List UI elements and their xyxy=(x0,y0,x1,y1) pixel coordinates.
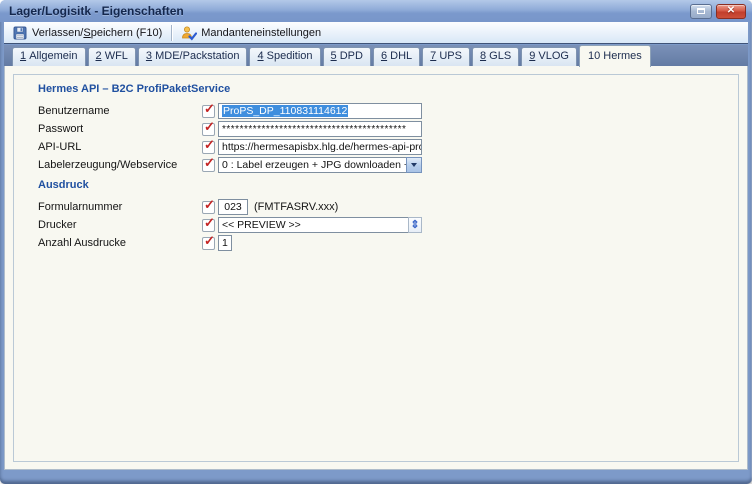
save-disk-icon xyxy=(12,25,28,41)
section-heading-ausdruck: Ausdruck xyxy=(38,179,738,191)
formularnummer-label: Formularnummer xyxy=(38,201,202,213)
red-check-icon: ✓ xyxy=(204,216,215,229)
passwort-enabled-checkbox[interactable]: ✓ xyxy=(202,123,215,136)
tab-vlog[interactable]: 9 VLOG xyxy=(521,47,577,66)
formularnummer-input[interactable]: 023 xyxy=(218,199,248,215)
row-benutzername: Benutzername ✓ ProPS_DP_110831114612 xyxy=(38,103,738,119)
api-url-label: API-URL xyxy=(38,141,202,153)
benutzername-enabled-checkbox[interactable]: ✓ xyxy=(202,105,215,118)
row-anzahl-ausdrucke: Anzahl Ausdrucke ✓ 1 xyxy=(38,235,738,251)
save-exit-label: Verlassen/Speichern (F10) xyxy=(32,27,162,39)
mandanten-settings-button[interactable]: Mandanteneinstellungen xyxy=(175,24,327,42)
passwort-input[interactable]: ****************************************… xyxy=(218,121,422,137)
close-icon: ✕ xyxy=(727,6,735,16)
row-api-url: API-URL ✓ https://hermesapisbx.hlg.de/he… xyxy=(38,139,738,155)
drucker-picker-button[interactable]: ⇕ xyxy=(408,217,422,233)
red-check-icon: ✓ xyxy=(204,102,215,115)
tab-spedition[interactable]: 4 Spedition xyxy=(249,47,320,66)
tab-page-hermes: Hermes API – B2C ProfiPaketService Benut… xyxy=(4,66,748,470)
anzahl-ausdrucke-label: Anzahl Ausdrucke xyxy=(38,237,202,249)
save-exit-button[interactable]: Verlassen/Speichern (F10) xyxy=(6,24,168,42)
labelerzeugung-dropdown[interactable]: 0 : Label erzeugen + JPG downloaden + Dr… xyxy=(218,157,422,173)
mandanten-settings-icon xyxy=(181,25,197,41)
tab-wfl[interactable]: 2 WFL xyxy=(88,47,136,66)
benutzername-input[interactable]: ProPS_DP_110831114612 xyxy=(218,103,422,119)
api-url-input[interactable]: https://hermesapisbx.hlg.de/hermes-api-p… xyxy=(218,139,422,155)
chevron-down-icon xyxy=(411,163,417,167)
dropdown-button[interactable] xyxy=(406,157,422,173)
formularnummer-enabled-checkbox[interactable]: ✓ xyxy=(202,201,215,214)
labelerzeugung-selected-value: 0 : Label erzeugen + JPG downloaden + Dr… xyxy=(218,157,406,173)
drucker-enabled-checkbox[interactable]: ✓ xyxy=(202,219,215,232)
tab-strip: 1 Allgemein 2 WFL 3 MDE/Packstation 4 Sp… xyxy=(4,45,748,66)
red-check-icon: ✓ xyxy=(204,234,215,247)
row-passwort: Passwort ✓ *****************************… xyxy=(38,121,738,137)
drucker-combobox[interactable]: << PREVIEW >> ⇕ xyxy=(218,217,422,233)
row-formularnummer: Formularnummer ✓ 023 (FMTFASRV.xxx) xyxy=(38,199,738,215)
red-check-icon: ✓ xyxy=(204,198,215,211)
close-button[interactable]: ✕ xyxy=(716,4,746,19)
tab-dhl[interactable]: 6 DHL xyxy=(373,47,420,66)
red-check-icon: ✓ xyxy=(204,120,215,133)
window-title: Lager/Logisitk - Eigenschaften xyxy=(9,4,184,18)
tab-dpd[interactable]: 5 DPD xyxy=(323,47,371,66)
passwort-label: Passwort xyxy=(38,123,202,135)
drucker-selected-value: << PREVIEW >> xyxy=(218,217,408,233)
tab-allgemein[interactable]: 1 Allgemein xyxy=(12,47,86,66)
formularnummer-suffix: (FMTFASRV.xxx) xyxy=(254,201,338,213)
up-down-arrows-icon: ⇕ xyxy=(410,220,419,231)
row-drucker: Drucker ✓ << PREVIEW >> ⇕ xyxy=(38,217,738,233)
red-check-icon: ✓ xyxy=(204,156,215,169)
tab-mde-packstation[interactable]: 3 MDE/Packstation xyxy=(138,47,248,66)
title-bar: Lager/Logisitk - Eigenschaften ✕ xyxy=(0,0,752,22)
api-url-enabled-checkbox[interactable]: ✓ xyxy=(202,141,215,154)
form-panel: Hermes API – B2C ProfiPaketService Benut… xyxy=(13,74,739,462)
anzahl-ausdrucke-enabled-checkbox[interactable]: ✓ xyxy=(202,237,215,250)
tab-gls[interactable]: 8 GLS xyxy=(472,47,519,66)
tab-hermes-active[interactable]: 10 Hermes xyxy=(579,45,651,67)
labelerzeugung-enabled-checkbox[interactable]: ✓ xyxy=(202,159,215,172)
benutzername-selected-text: ProPS_DP_110831114612 xyxy=(222,105,348,117)
maximize-button[interactable] xyxy=(690,4,712,19)
mandanten-settings-label: Mandanteneinstellungen xyxy=(201,27,321,39)
anzahl-ausdrucke-input[interactable]: 1 xyxy=(218,235,232,251)
window-controls: ✕ xyxy=(690,4,746,19)
dialog-window: Lager/Logisitk - Eigenschaften ✕ Verlass… xyxy=(0,0,752,484)
labelerzeugung-label: Labelerzeugung/Webservice xyxy=(38,159,202,171)
drucker-label: Drucker xyxy=(38,219,202,231)
toolbar-separator xyxy=(171,25,172,41)
toolbar: Verlassen/Speichern (F10) Mandanteneinst… xyxy=(4,22,748,44)
red-check-icon: ✓ xyxy=(204,138,215,151)
maximize-icon xyxy=(697,8,705,14)
benutzername-label: Benutzername xyxy=(38,105,202,117)
section-heading-hermes-api: Hermes API – B2C ProfiPaketService xyxy=(38,83,738,95)
row-labelerzeugung: Labelerzeugung/Webservice ✓ 0 : Label er… xyxy=(38,157,738,173)
tab-ups[interactable]: 7 UPS xyxy=(422,47,470,66)
